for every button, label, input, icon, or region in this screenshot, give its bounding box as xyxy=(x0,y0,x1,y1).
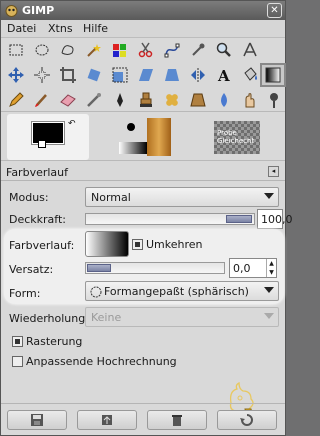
modus-value: Normal xyxy=(91,191,131,204)
smudge-icon[interactable] xyxy=(238,89,262,111)
trash-icon xyxy=(172,415,182,426)
wiederholung-label: Wiederholung: xyxy=(9,312,89,325)
menu-bar: Datei Xtns Hilfe xyxy=(1,20,285,38)
chevron-down-icon xyxy=(264,287,274,293)
blend-icon[interactable] xyxy=(260,63,286,87)
fuzzy-select-icon[interactable] xyxy=(82,39,106,61)
reset-icon xyxy=(240,414,253,426)
menu-hilfe[interactable]: Hilfe xyxy=(83,22,108,35)
rect-select-icon[interactable] xyxy=(4,39,28,61)
chevron-down-icon xyxy=(264,313,274,319)
title-bar: GIMP ✕ xyxy=(1,1,285,20)
clone-icon[interactable] xyxy=(134,89,158,111)
pencil-icon[interactable] xyxy=(4,89,28,111)
paintbrush-icon[interactable] xyxy=(30,89,54,111)
eraser-icon[interactable] xyxy=(56,89,80,111)
tool-options-title: Farbverlauf xyxy=(6,166,69,179)
foreground-color-swatch[interactable] xyxy=(31,121,65,145)
dodge-burn-icon[interactable] xyxy=(262,89,286,111)
umkehren-label: Umkehren xyxy=(146,238,203,251)
gimp-app-icon xyxy=(5,5,18,17)
scissors-icon[interactable] xyxy=(134,39,158,61)
deckkraft-slider-handle[interactable] xyxy=(226,215,252,223)
deckkraft-spin[interactable]: 100,0 xyxy=(257,209,293,229)
form-label: Form: xyxy=(9,287,41,300)
spin-arrows-icon[interactable]: ▲ ▼ xyxy=(266,259,276,277)
modus-select[interactable]: Normal xyxy=(85,187,279,207)
menu-xtns[interactable]: Xtns xyxy=(48,22,73,35)
restore-button[interactable] xyxy=(77,410,137,430)
ink-icon[interactable] xyxy=(108,89,132,111)
rasterung-label: Rasterung xyxy=(26,335,83,348)
umkehren-checkbox[interactable] xyxy=(132,239,143,250)
crop-icon[interactable] xyxy=(56,64,80,86)
free-select-icon[interactable] xyxy=(56,39,80,61)
perspective-clone-icon[interactable] xyxy=(186,89,210,111)
background-color-swatch[interactable] xyxy=(38,140,46,148)
fg-bg-color-area: ↶ xyxy=(7,114,89,160)
rasterung-checkbox[interactable] xyxy=(12,336,23,347)
deckkraft-slider[interactable] xyxy=(85,213,255,225)
magnify-icon[interactable] xyxy=(212,39,236,61)
airbrush-icon[interactable] xyxy=(82,89,106,111)
anpassende-label: Anpassende Hochrechnung xyxy=(26,355,177,368)
restore-icon xyxy=(102,415,112,425)
select-by-color-icon[interactable] xyxy=(108,39,132,61)
scale-icon[interactable] xyxy=(108,64,132,86)
gimp-toolbox-window: GIMP ✕ Datei Xtns Hilfe A ↶ Probe Gleich… xyxy=(0,0,293,436)
reset-button[interactable] xyxy=(217,410,277,430)
modus-label: Modus: xyxy=(9,191,49,204)
versatz-slider[interactable] xyxy=(85,262,225,274)
menu-datei[interactable]: Datei xyxy=(7,22,36,35)
versatz-label: Versatz: xyxy=(9,263,54,276)
versatz-spin[interactable]: 0,0 ▲ ▼ xyxy=(229,258,277,278)
ellipse-select-icon[interactable] xyxy=(30,39,54,61)
perspective-icon[interactable] xyxy=(160,64,184,86)
pattern-label-2: Gleichecht xyxy=(217,137,255,145)
svg-text:A: A xyxy=(217,67,230,84)
close-window-button[interactable]: ✕ xyxy=(267,3,282,18)
deckkraft-label: Deckkraft: xyxy=(9,213,66,226)
paths-icon[interactable] xyxy=(160,39,184,61)
tool-options-header: Farbverlauf ◂ xyxy=(1,163,285,181)
text-icon[interactable]: A xyxy=(212,64,236,86)
window-title: GIMP xyxy=(22,4,55,17)
gradient-preview-button[interactable] xyxy=(85,231,129,257)
deckkraft-value: 100,0 xyxy=(261,213,293,226)
rotate-icon[interactable] xyxy=(82,64,106,86)
brush-gradient-preview[interactable] xyxy=(119,118,171,156)
flip-icon[interactable] xyxy=(186,64,210,86)
blur-icon[interactable] xyxy=(212,89,236,111)
shear-icon[interactable] xyxy=(134,64,158,86)
move-icon[interactable] xyxy=(4,64,28,86)
form-select[interactable]: Formangepaßt (sphärisch) xyxy=(85,281,279,301)
delete-button[interactable] xyxy=(147,410,207,430)
pattern-label-1: Probe xyxy=(217,129,237,137)
anpassende-checkbox[interactable] xyxy=(12,356,23,367)
pattern-preview[interactable]: Probe Gleichecht xyxy=(214,121,260,154)
chevron-down-icon xyxy=(264,193,274,199)
save-button[interactable] xyxy=(7,410,67,430)
align-icon[interactable] xyxy=(30,64,54,86)
form-value: Formangepaßt (sphärisch) xyxy=(104,285,249,298)
heal-icon[interactable] xyxy=(160,89,184,111)
bucket-fill-icon[interactable] xyxy=(238,64,262,86)
save-icon xyxy=(31,414,43,426)
wiederholung-value: Keine xyxy=(91,311,122,324)
swap-colors-icon[interactable]: ↶ xyxy=(68,119,76,129)
tool-grid: A xyxy=(4,39,286,111)
farbverlauf-label: Farbverlauf: xyxy=(9,239,75,252)
tab-menu-icon[interactable]: ◂ xyxy=(268,166,279,177)
versatz-value: 0,0 xyxy=(233,262,251,275)
versatz-slider-handle[interactable] xyxy=(87,264,111,272)
color-brush-area: ↶ Probe Gleichecht xyxy=(1,111,285,161)
measure-icon[interactable] xyxy=(238,39,262,61)
bottom-button-bar xyxy=(1,403,285,435)
wiederholung-select[interactable]: Keine xyxy=(85,307,279,327)
shape-spherical-icon xyxy=(90,286,102,298)
color-picker-icon[interactable] xyxy=(186,39,210,61)
